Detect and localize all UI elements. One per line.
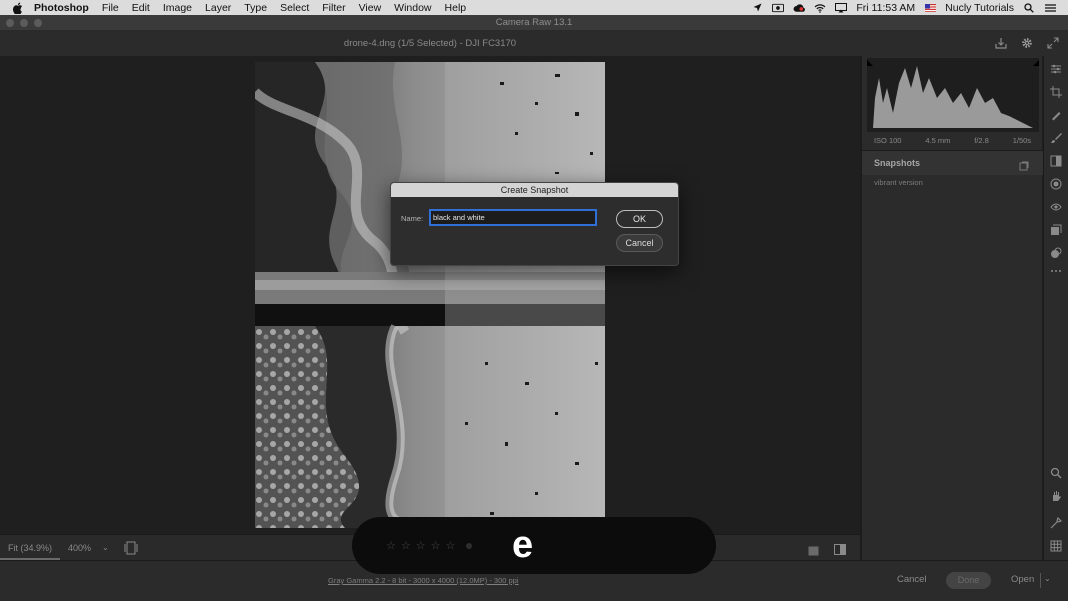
snapshots-header: Snapshots xyxy=(862,151,1043,175)
snapshot-name-input[interactable] xyxy=(430,210,596,225)
grid-icon[interactable] xyxy=(1049,539,1063,553)
right-panel: ISO 100 4.5 mm f/2.8 1/50s Snapshots vib… xyxy=(861,56,1043,560)
zoom-level-button[interactable]: 400% xyxy=(68,543,91,553)
radial-filter-icon[interactable] xyxy=(1049,177,1063,191)
reject-flag-icon[interactable] xyxy=(466,543,472,549)
focal-length-value: 4.5 mm xyxy=(925,136,951,145)
edit-sliders-icon[interactable] xyxy=(1049,62,1063,76)
open-split-divider xyxy=(1040,573,1041,588)
iso-value: ISO 100 xyxy=(873,136,902,145)
histogram-graph xyxy=(867,60,1039,128)
workflow-options-link[interactable]: Gray Gamma 2.2 - 8 bit - 3000 x 4000 (12… xyxy=(328,576,519,585)
red-eye-icon[interactable] xyxy=(1049,200,1063,214)
histogram xyxy=(867,58,1039,132)
presets-icon[interactable] xyxy=(1049,246,1063,260)
header-icons xyxy=(994,36,1060,50)
camera-metadata: ISO 100 4.5 mm f/2.8 1/50s xyxy=(862,136,1043,150)
single-view-icon[interactable] xyxy=(808,543,819,556)
zoom-dropdown-chevron-icon[interactable]: ⌄ xyxy=(102,543,109,552)
creative-cloud-icon[interactable] xyxy=(793,3,806,13)
flag-icon[interactable] xyxy=(924,3,936,13)
snapshots-icon[interactable] xyxy=(1049,223,1063,237)
fit-zoom-button[interactable]: Fit (34.9%) xyxy=(0,535,60,560)
name-label: Name: xyxy=(401,214,424,223)
zoom-icon[interactable] xyxy=(1049,466,1063,480)
photo-preview[interactable] xyxy=(255,62,605,528)
gradient-icon[interactable] xyxy=(1049,154,1063,168)
menu-icon[interactable] xyxy=(1044,3,1056,13)
snapshots-title: Snapshots xyxy=(874,158,921,168)
camera-raw-header: drone-4.dng (1/5 Selected) - DJI FC3170 xyxy=(0,31,1068,56)
before-after-icon[interactable] xyxy=(834,542,846,555)
shutter-speed-value: 1/50s xyxy=(1012,136,1032,145)
clock[interactable]: Fri 11:53 AM xyxy=(856,2,915,14)
pressed-key: e xyxy=(512,524,534,566)
hand-icon[interactable] xyxy=(1049,489,1063,503)
fullscreen-icon[interactable] xyxy=(1046,36,1060,50)
airplay-icon[interactable] xyxy=(835,2,848,13)
file-info: drone-4.dng (1/5 Selected) - DJI FC3170 xyxy=(343,38,517,49)
menu-window[interactable]: Window xyxy=(394,2,431,14)
dialog-title: Create Snapshot xyxy=(391,183,678,197)
menu-image[interactable]: Image xyxy=(163,2,192,14)
menu-filter[interactable]: Filter xyxy=(322,2,345,14)
apple-icon[interactable] xyxy=(12,2,24,14)
ok-button[interactable]: OK xyxy=(616,210,663,228)
crop-icon[interactable] xyxy=(1049,85,1063,99)
screen-record-icon[interactable] xyxy=(772,3,785,13)
menu-layer[interactable]: Layer xyxy=(205,2,231,14)
menu-edit[interactable]: Edit xyxy=(132,2,150,14)
add-snapshot-icon[interactable] xyxy=(1019,158,1029,171)
location-icon[interactable] xyxy=(751,3,763,13)
done-button[interactable]: Done xyxy=(946,572,991,589)
window-title: Camera Raw 13.1 xyxy=(495,17,573,28)
healing-icon[interactable] xyxy=(1049,108,1063,122)
menu-help[interactable]: Help xyxy=(445,2,467,14)
color-sampler-icon[interactable] xyxy=(1049,516,1063,530)
filmstrip-icon[interactable] xyxy=(124,541,138,555)
create-snapshot-dialog: Create Snapshot Name: OK Cancel xyxy=(390,182,679,266)
menu-view[interactable]: View xyxy=(359,2,382,14)
user-name[interactable]: Nucly Tutorials xyxy=(945,2,1014,14)
snapshot-item[interactable]: vibrant version xyxy=(874,178,923,187)
window-titlebar: Camera Raw 13.1 xyxy=(0,15,1068,31)
wifi-icon[interactable] xyxy=(814,3,826,13)
aperture-value: f/2.8 xyxy=(974,136,989,145)
tool-strip xyxy=(1043,56,1068,560)
menu-app-name[interactable]: Photoshop xyxy=(34,2,89,14)
open-dropdown-chevron-icon[interactable]: ⌄ xyxy=(1044,574,1051,583)
menu-file[interactable]: File xyxy=(102,2,119,14)
save-icon[interactable] xyxy=(994,36,1008,50)
cancel-button[interactable]: Cancel xyxy=(616,234,663,252)
menubar-status-area: Fri 11:53 AM Nucly Tutorials xyxy=(751,0,1056,15)
more-icon[interactable] xyxy=(1049,264,1063,278)
menu-select[interactable]: Select xyxy=(280,2,309,14)
settings-icon[interactable] xyxy=(1020,36,1034,50)
menu-type[interactable]: Type xyxy=(244,2,267,14)
footer-cancel-button[interactable]: Cancel xyxy=(897,574,927,585)
search-icon[interactable] xyxy=(1023,2,1035,13)
brush-icon[interactable] xyxy=(1049,131,1063,145)
open-button[interactable]: Open xyxy=(1011,574,1034,585)
rating-stars[interactable]: ☆☆☆☆☆ xyxy=(386,539,460,552)
menubar: Photoshop File Edit Image Layer Type Sel… xyxy=(0,0,1068,15)
keystroke-overlay: ☆☆☆☆☆ e xyxy=(352,517,716,574)
photo-aerial-beach xyxy=(255,62,605,528)
